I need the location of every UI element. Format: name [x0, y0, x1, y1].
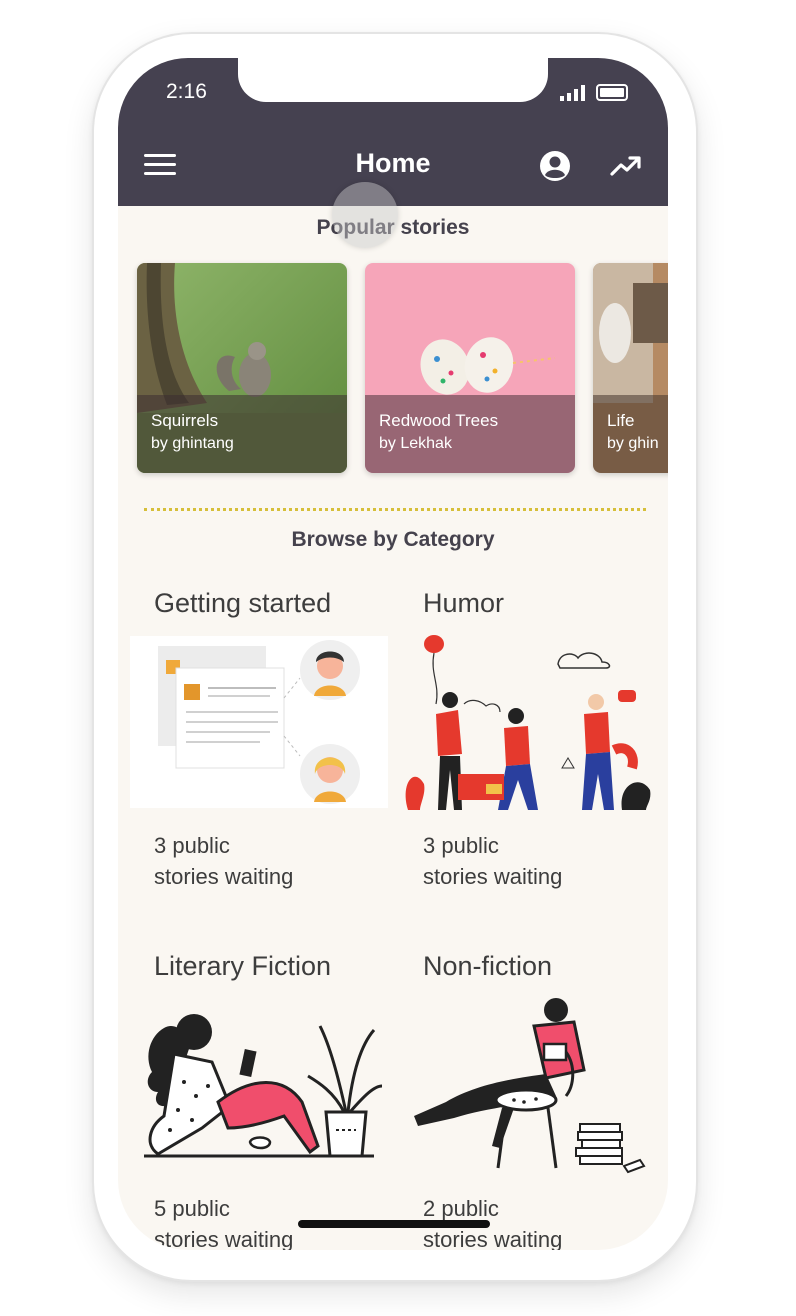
- story-card-redwood-trees[interactable]: Redwood Trees by Lekhak: [365, 263, 575, 473]
- story-caption: Redwood Trees by Lekhak: [365, 395, 575, 473]
- getting-started-illustration[interactable]: [130, 636, 388, 808]
- app-bar: 2:16 Home: [118, 58, 668, 206]
- story-card-squirrels[interactable]: Squirrels by ghintang: [137, 263, 347, 473]
- story-caption: Life by ghin: [593, 395, 668, 473]
- category-count-humor: 3 public stories waiting: [423, 830, 562, 892]
- app-screen: 2:16 Home Popular stories Squirrels by g…: [118, 58, 668, 1250]
- status-icons: [560, 84, 628, 101]
- device-notch: [238, 58, 548, 102]
- story-title: Squirrels: [151, 411, 219, 430]
- trending-up-icon[interactable]: [610, 154, 642, 178]
- story-title: Life: [607, 411, 635, 430]
- home-indicator[interactable]: [298, 1220, 490, 1228]
- story-author: by ghin: [607, 435, 659, 452]
- count-line-1: 5 public: [154, 1196, 230, 1221]
- browse-category-heading: Browse by Category: [291, 528, 495, 551]
- literary-fiction-illustration[interactable]: [134, 1006, 384, 1164]
- category-count-getting-started: 3 public stories waiting: [154, 830, 293, 892]
- battery-icon: [596, 84, 628, 101]
- count-line-2: stories waiting: [154, 864, 294, 889]
- count-line-2: stories waiting: [423, 864, 563, 889]
- count-line-1: 3 public: [423, 833, 499, 858]
- story-author: by ghintang: [151, 435, 234, 452]
- category-count-literary-fiction: 5 public stories waiting: [154, 1193, 293, 1250]
- category-title-humor[interactable]: Humor: [423, 588, 504, 619]
- story-title: Redwood Trees: [379, 411, 499, 430]
- category-title-non-fiction[interactable]: Non-fiction: [423, 951, 552, 982]
- count-line-2: stories waiting: [154, 1227, 294, 1250]
- story-caption: Squirrels by ghintang: [137, 395, 347, 473]
- story-card-life[interactable]: Life by ghin: [593, 263, 668, 473]
- section-divider: [144, 508, 646, 511]
- signal-icon: [560, 84, 585, 101]
- non-fiction-illustration[interactable]: [406, 996, 646, 1176]
- humor-illustration[interactable]: [396, 634, 658, 810]
- account-circle-icon[interactable]: [539, 150, 571, 182]
- status-time: 2:16: [166, 80, 207, 103]
- page-title: Home: [355, 148, 431, 178]
- category-title-literary-fiction[interactable]: Literary Fiction: [154, 951, 331, 982]
- touch-indicator: [332, 182, 398, 248]
- story-author: by Lekhak: [379, 435, 452, 452]
- category-title-getting-started[interactable]: Getting started: [154, 588, 331, 619]
- count-line-1: 3 public: [154, 833, 230, 858]
